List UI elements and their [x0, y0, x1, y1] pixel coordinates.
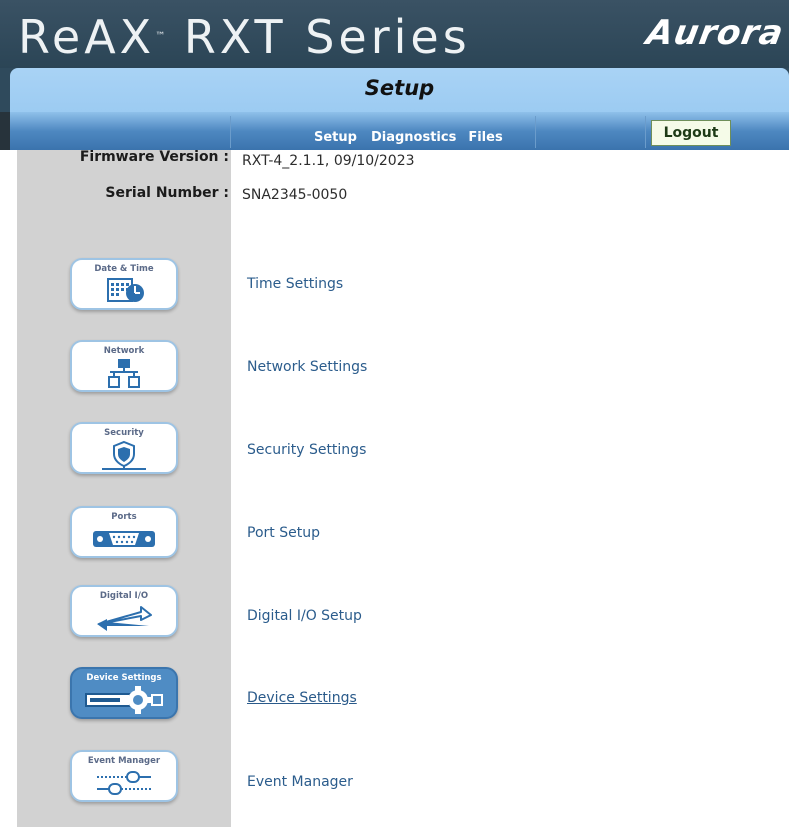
nav-files-link[interactable]: Files: [468, 130, 502, 145]
calendar-clock-icon: [72, 274, 176, 308]
aurora-logo: Aurora: [643, 8, 786, 58]
nav-setup-link[interactable]: Setup: [314, 130, 357, 145]
logout-button[interactable]: Logout: [651, 120, 731, 146]
brand-strip: ReAX™ RXT Series Aurora: [0, 0, 789, 68]
digital-io-button-label: Digital I/O: [99, 591, 149, 601]
reax-logo: ReAX™ RXT Series: [18, 10, 471, 60]
time-settings-link[interactable]: Time Settings: [247, 276, 343, 292]
serial-port-icon: [72, 522, 176, 556]
device-settings-link[interactable]: Device Settings: [247, 690, 357, 706]
network-button-label: Network: [103, 346, 145, 356]
network-icon: [72, 356, 176, 390]
ports-button-label: Ports: [111, 512, 137, 522]
device-gear-icon: [72, 683, 176, 717]
sidebar: [17, 150, 231, 827]
digital-io-setup-link[interactable]: Digital I/O Setup: [247, 608, 362, 624]
network-button[interactable]: Network: [70, 340, 178, 392]
digital-io-button[interactable]: Digital I/O: [70, 585, 178, 637]
event-slider-icon: [72, 766, 176, 800]
date-time-button-label: Date & Time: [94, 264, 154, 274]
brand-title: ReAX™ RXT Series: [18, 10, 471, 64]
device-settings-button[interactable]: Device Settings: [70, 667, 178, 719]
page-title: Setup: [364, 76, 435, 100]
event-manager-button-label: Event Manager: [87, 756, 161, 766]
security-button-label: Security: [104, 428, 144, 438]
nav-separator: [535, 116, 536, 148]
network-settings-link[interactable]: Network Settings: [247, 359, 367, 375]
ports-button[interactable]: Ports: [70, 506, 178, 558]
date-time-button[interactable]: Date & Time: [70, 258, 178, 310]
nav-diagnostics-link[interactable]: Diagnostics: [371, 130, 456, 145]
aurora-logo-text: Aurora: [643, 13, 787, 53]
serial-value: SNA2345-0050: [242, 187, 348, 203]
device-settings-button-label: Device Settings: [86, 673, 162, 683]
nav-left-shade: [0, 112, 10, 150]
port-setup-link[interactable]: Port Setup: [247, 525, 320, 541]
nav-links: Setup Diagnostics Files: [314, 130, 503, 145]
event-manager-link[interactable]: Event Manager: [247, 774, 353, 790]
title-bar: Setup: [10, 68, 789, 112]
firmware-label: Firmware Version :: [79, 149, 229, 165]
shield-icon: [72, 438, 176, 472]
security-settings-link[interactable]: Security Settings: [247, 442, 366, 458]
event-manager-button[interactable]: Event Manager: [70, 750, 178, 802]
nav-separator: [645, 116, 646, 148]
digital-io-icon: [72, 601, 176, 635]
security-button[interactable]: Security: [70, 422, 178, 474]
serial-label: Serial Number :: [105, 185, 229, 201]
firmware-value: RXT-4_2.1.1, 09/10/2023: [242, 153, 415, 169]
nav-separator: [230, 116, 231, 148]
